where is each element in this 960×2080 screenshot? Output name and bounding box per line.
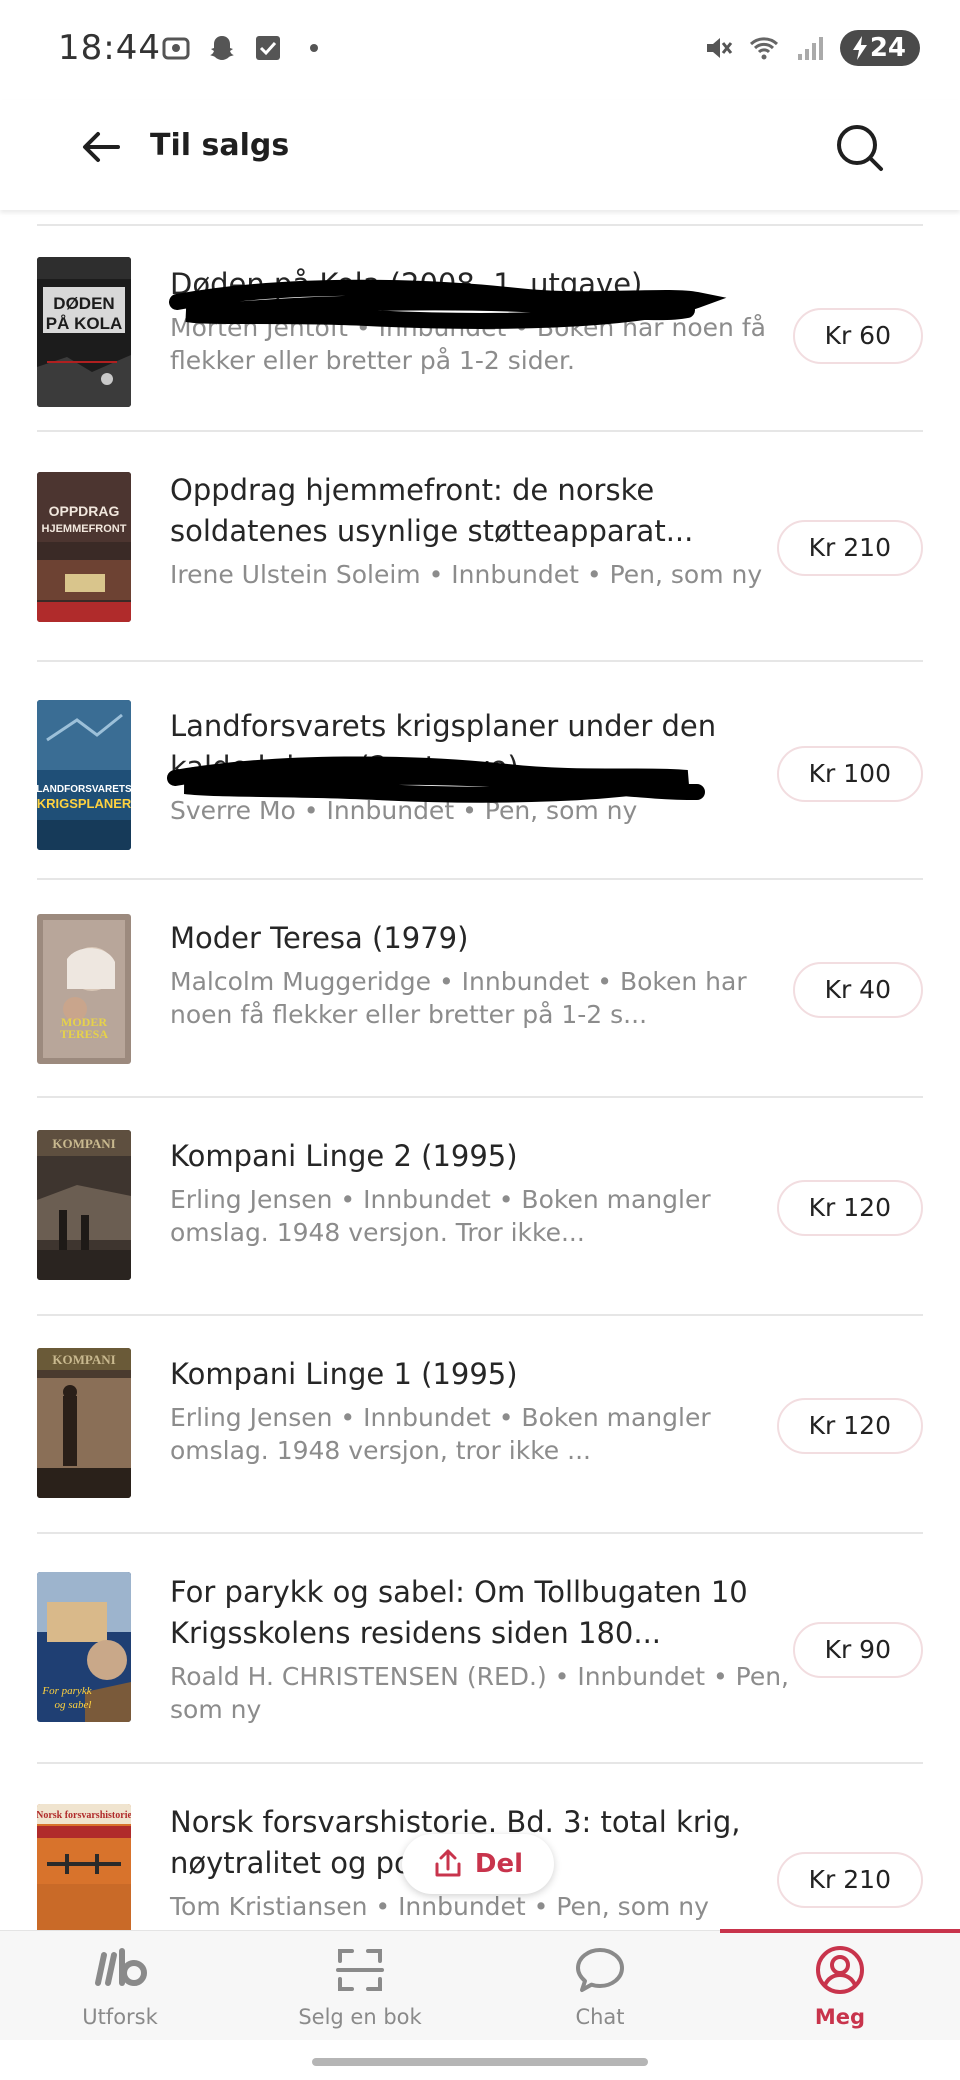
svg-text:PÅ KOLA: PÅ KOLA [46,314,123,333]
listing-row[interactable]: LANDFORSVARETS KRIGSPLANER Landforsvarets… [37,664,923,880]
listing-row[interactable]: OPPDRAG HJEMMEFRONT Oppdrag hjemmefront: … [37,434,923,662]
book-meta: Erling Jensen • Innbundet • Boken mangle… [170,1185,711,1247]
book-cover: KOMPANI [37,1130,131,1280]
nav-chat[interactable]: Chat [480,1931,720,2041]
signal-icon [797,37,823,60]
book-title: For parykk og sabel: Om Tollbugaten 10 K… [170,1575,748,1650]
listing-text: Døden på Kola (2008, 1. utgave) Morten J… [170,264,790,377]
listing-row[interactable]: KOMPANI Kompani Linge 2 (1995) Erling Je… [37,1100,923,1316]
listing-text: Kompani Linge 2 (1995) Erling Jensen • I… [170,1136,790,1249]
status-time: 18:44 [58,28,161,68]
book-cover: DØDEN PÅ KOLA [37,257,131,407]
svg-text:OPPDRAG: OPPDRAG [49,503,120,519]
listing-row[interactable]: DØDEN PÅ KOLA Døden på Kola (2008, 1. utg… [37,226,923,432]
mute-icon [706,38,732,58]
battery-level: 24 [869,33,906,63]
book-cover: LANDFORSVARETS KRIGSPLANER [37,700,131,850]
share-button[interactable]: Del [402,1834,554,1894]
svg-text:KOMPANI: KOMPANI [52,1136,115,1151]
back-arrow-icon[interactable] [76,122,126,172]
listing-list[interactable]: DØDEN PÅ KOLA Døden på Kola (2008, 1. utg… [0,212,960,1930]
nav-selg-en-bok[interactable]: Selg en bok [240,1931,480,2041]
nav-label: Chat [575,2005,625,2029]
app-bar: Til salgs [0,100,960,210]
book-meta: Morten Jentoft • Innbundet • Boken har n… [170,313,766,375]
gesture-bar[interactable] [312,2058,648,2066]
svg-text:HJEMMEFRONT: HJEMMEFRONT [42,523,127,535]
price-tag[interactable]: Kr 40 [792,962,923,1018]
nav-meg[interactable]: Meg [720,1931,960,2041]
svg-text:DØDEN: DØDEN [53,294,114,313]
book-meta: Tom Kristiansen • Innbundet • Pen, som n… [170,1892,709,1921]
nav-utforsk[interactable]: Utforsk [0,1931,240,2041]
page-title: Til salgs [150,128,290,163]
charging-bolt-icon [852,36,867,60]
price-tag[interactable]: Kr 120 [776,1398,923,1454]
book-cover: Norsk forsvarshistorie [37,1804,131,1930]
nav-label: Utforsk [82,2005,158,2029]
book-meta: Sverre Mo • Innbundet • Pen, som ny [170,796,638,825]
price-tag[interactable]: Kr 100 [776,746,923,802]
svg-text:KOMPANI: KOMPANI [52,1352,115,1367]
book-cover: MODER TERESA [37,914,131,1064]
svg-text:KRIGSPLANER: KRIGSPLANER [37,796,131,811]
svg-text:LANDFORSVARETS: LANDFORSVARETS [37,784,131,795]
notification-icons [160,32,330,64]
listing-text: For parykk og sabel: Om Tollbugaten 10 K… [170,1572,790,1726]
svg-text:Norsk forsvarshistorie: Norsk forsvarshistorie [37,1810,131,1821]
book-meta: Irene Ulstein Soleim • Innbundet • Pen, … [170,560,763,589]
book-title: Døden på Kola (2008, 1. utgave) [170,267,643,301]
utforsk-logo-icon [95,1948,147,1986]
price-tag[interactable]: Kr 210 [776,520,923,576]
svg-text:og sabel: og sabel [55,1699,92,1711]
dot-icon [310,44,318,52]
svg-text:For parykk: For parykk [41,1685,92,1697]
book-title: Moder Teresa (1979) [170,921,469,955]
book-cover: KOMPANI [37,1348,131,1498]
nav-label: Selg en bok [298,2005,422,2029]
listing-text: Moder Teresa (1979) Malcolm Muggeridge •… [170,918,790,1031]
book-cover: For parykk og sabel [37,1572,131,1722]
status-bar: 18:44 24 [0,0,960,100]
book-meta: Malcolm Muggeridge • Innbundet • Boken h… [170,967,747,1029]
listing-text: Landforsvarets krigsplaner under den kal… [170,706,790,827]
search-icon[interactable] [832,120,888,176]
price-tag[interactable]: Kr 210 [776,1852,923,1908]
share-label: Del [474,1849,524,1879]
book-meta: Roald H. CHRISTENSEN (RED.) • Innbundet … [170,1662,790,1724]
listing-row[interactable]: MODER TERESA Moder Teresa (1979) Malcolm … [37,882,923,1098]
book-title: Oppdrag hjemmefront: de norske soldatene… [170,473,694,548]
scan-icon [336,1949,384,1991]
nav-label: Meg [814,2005,866,2029]
book-meta: Erling Jensen • Innbundet • Boken mangle… [170,1403,711,1465]
listing-text: Kompani Linge 1 (1995) Erling Jensen • I… [170,1354,790,1467]
bottom-nav: Utforsk Selg en bok Chat Meg [0,1929,960,2041]
listing-row[interactable]: KOMPANI Kompani Linge 1 (1995) Erling Je… [37,1318,923,1534]
snapchat-icon [210,36,234,60]
screenshot-icon [162,37,190,60]
share-icon [435,1849,461,1877]
book-title: Kompani Linge 2 (1995) [170,1139,518,1173]
book-title: Kompani Linge 1 (1995) [170,1357,518,1391]
svg-text:TERESA: TERESA [60,1027,108,1041]
battery-indicator: 24 [839,30,920,66]
price-tag[interactable]: Kr 120 [776,1180,923,1236]
book-title: Landforsvarets krigsplaner under den kal… [170,709,717,784]
profile-icon [816,1946,864,1994]
book-cover: OPPDRAG HJEMMEFRONT [37,472,131,622]
wifi-icon [749,37,778,60]
price-tag[interactable]: Kr 90 [792,1622,923,1678]
system-icons: 24 [702,30,920,66]
chat-bubble-icon [576,1948,624,1992]
listing-text: Oppdrag hjemmefront: de norske soldatene… [170,470,790,591]
price-tag[interactable]: Kr 60 [792,308,923,364]
listing-row[interactable]: For parykk og sabel For parykk og sabel: … [37,1536,923,1764]
checkbox-notification-icon [256,36,280,60]
